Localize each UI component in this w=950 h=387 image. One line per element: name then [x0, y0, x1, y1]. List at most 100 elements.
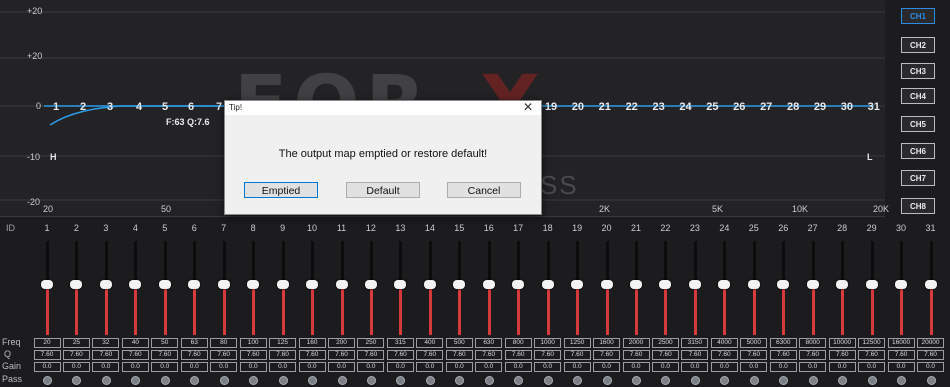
gain-cell[interactable]: 0.0 [622, 362, 650, 372]
gain-cell[interactable]: 0.0 [651, 362, 679, 372]
slider-handle[interactable] [512, 280, 525, 289]
slider-handle[interactable] [70, 280, 83, 289]
channel-button-ch4[interactable]: CH4 [901, 88, 935, 104]
freq-cell[interactable]: 10000 [828, 338, 856, 348]
band-marker[interactable]: 6 [184, 101, 198, 113]
freq-cell[interactable]: 200 [328, 338, 355, 348]
gain-slider[interactable] [99, 241, 112, 335]
q-cell[interactable]: 7.60 [92, 350, 120, 360]
band-marker[interactable]: 5 [158, 101, 172, 113]
gain-slider[interactable] [335, 241, 348, 335]
q-cell[interactable]: 7.60 [445, 350, 473, 360]
pass-toggle[interactable] [484, 376, 494, 385]
gain-slider[interactable] [924, 241, 937, 335]
slider-handle[interactable] [865, 280, 878, 289]
freq-cell[interactable]: 12500 [858, 338, 886, 348]
q-cell[interactable]: 7.60 [33, 350, 61, 360]
slider-handle[interactable] [158, 280, 171, 289]
pass-toggle[interactable] [543, 376, 553, 385]
q-cell[interactable]: 7.60 [328, 350, 355, 360]
slider-handle[interactable] [718, 280, 731, 289]
band-marker[interactable]: 28 [786, 101, 800, 113]
freq-cell[interactable]: 20 [33, 338, 61, 348]
freq-cell[interactable]: 6300 [769, 338, 797, 348]
pass-toggle[interactable] [43, 376, 52, 385]
band-marker[interactable]: 20 [571, 101, 585, 113]
q-cell[interactable]: 7.60 [121, 350, 149, 360]
channel-button-ch8[interactable]: CH8 [901, 198, 935, 214]
gain-cell[interactable]: 0.0 [681, 362, 709, 372]
gain-cell[interactable]: 0.0 [328, 362, 355, 372]
q-cell[interactable]: 7.60 [62, 350, 90, 360]
gain-cell[interactable]: 0.0 [534, 362, 562, 372]
gain-cell[interactable]: 0.0 [180, 362, 208, 372]
gain-cell[interactable]: 0.0 [33, 362, 61, 372]
gain-cell[interactable]: 0.0 [445, 362, 473, 372]
freq-cell[interactable]: 25 [62, 338, 90, 348]
q-cell[interactable]: 7.60 [210, 350, 238, 360]
slider-handle[interactable] [364, 280, 377, 289]
slider-handle[interactable] [217, 280, 230, 289]
gain-cell[interactable]: 0.0 [828, 362, 856, 372]
band-marker[interactable]: 21 [598, 101, 612, 113]
channel-button-ch5[interactable]: CH5 [901, 116, 935, 132]
q-cell[interactable]: 7.60 [357, 350, 385, 360]
band-marker[interactable]: 2 [76, 101, 90, 113]
slider-handle[interactable] [247, 280, 260, 289]
gain-cell[interactable]: 0.0 [917, 362, 944, 372]
gain-cell[interactable]: 0.0 [92, 362, 120, 372]
gain-slider[interactable] [306, 241, 319, 335]
gain-slider[interactable] [718, 241, 731, 335]
gain-slider[interactable] [571, 241, 584, 335]
freq-cell[interactable]: 160 [298, 338, 326, 348]
slider-handle[interactable] [335, 280, 348, 289]
gain-slider[interactable] [688, 241, 701, 335]
band-marker[interactable]: 23 [652, 101, 666, 113]
gain-slider[interactable] [158, 241, 171, 335]
pass-toggle[interactable] [160, 376, 170, 385]
slider-handle[interactable] [924, 280, 937, 289]
q-cell[interactable]: 7.60 [799, 350, 827, 360]
gain-slider[interactable] [512, 241, 525, 335]
cancel-button[interactable]: Cancel [447, 182, 521, 198]
freq-cell[interactable]: 8000 [799, 338, 827, 348]
gain-slider[interactable] [806, 241, 819, 335]
gain-cell[interactable]: 0.0 [416, 362, 444, 372]
pass-toggle[interactable] [573, 376, 583, 385]
gain-slider[interactable] [129, 241, 142, 335]
q-cell[interactable]: 7.60 [475, 350, 503, 360]
band-marker[interactable]: 31 [867, 101, 881, 113]
slider-handle[interactable] [276, 280, 289, 289]
band-marker[interactable]: 29 [813, 101, 827, 113]
pass-toggle[interactable] [897, 376, 907, 385]
gain-slider[interactable] [453, 241, 466, 335]
gain-slider[interactable] [777, 241, 790, 335]
gain-slider[interactable] [600, 241, 613, 335]
freq-cell[interactable]: 1000 [534, 338, 562, 348]
slider-handle[interactable] [306, 280, 319, 289]
q-cell[interactable]: 7.60 [180, 350, 208, 360]
gain-cell[interactable]: 0.0 [799, 362, 827, 372]
emptied-button[interactable]: Emptied [244, 182, 318, 198]
q-cell[interactable]: 7.60 [269, 350, 297, 360]
q-cell[interactable]: 7.60 [887, 350, 915, 360]
pass-toggle[interactable] [101, 376, 111, 385]
pass-toggle[interactable] [690, 376, 700, 385]
q-cell[interactable]: 7.60 [504, 350, 532, 360]
channel-button-ch2[interactable]: CH2 [901, 37, 935, 53]
band-marker[interactable]: 1 [49, 101, 63, 113]
pass-toggle[interactable] [131, 376, 141, 385]
slider-handle[interactable] [630, 280, 642, 289]
pass-toggle[interactable] [749, 376, 759, 385]
pass-toggle[interactable] [190, 376, 200, 385]
gain-slider[interactable] [364, 241, 377, 335]
band-marker[interactable]: 19 [544, 101, 558, 113]
freq-cell[interactable]: 500 [445, 338, 473, 348]
q-cell[interactable]: 7.60 [917, 350, 944, 360]
channel-button-ch3[interactable]: CH3 [901, 63, 935, 79]
pass-toggle[interactable] [308, 376, 318, 385]
freq-cell[interactable]: 125 [269, 338, 297, 348]
q-cell[interactable]: 7.60 [151, 350, 179, 360]
slider-handle[interactable] [394, 280, 407, 289]
gain-cell[interactable]: 0.0 [710, 362, 738, 372]
